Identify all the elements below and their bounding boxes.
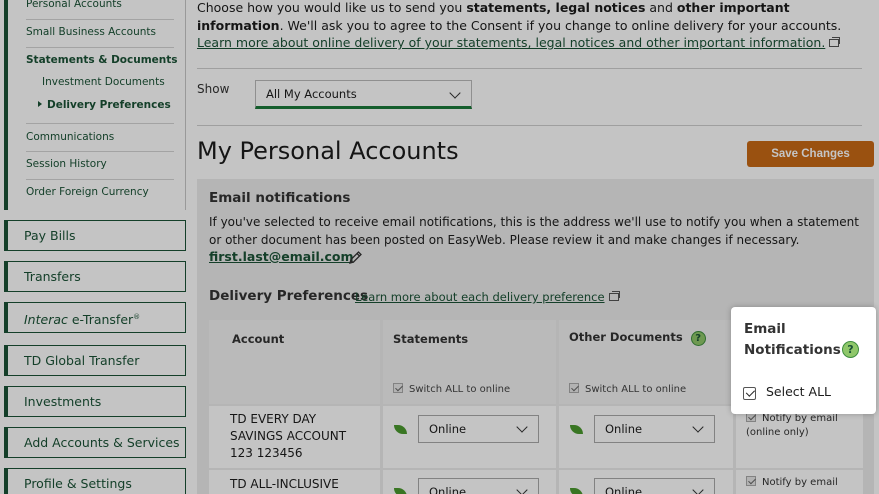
email-notifications-popup: Email Notifications ? Select ALL bbox=[731, 307, 876, 414]
caret-right-icon bbox=[38, 101, 42, 107]
subnav-statements-documents[interactable]: Statements & Documents bbox=[26, 54, 178, 66]
checkbox[interactable] bbox=[746, 476, 756, 486]
page-title: My Personal Accounts bbox=[197, 137, 459, 165]
delivery-preferences-heading: Delivery Preferences bbox=[209, 288, 369, 304]
row-divider bbox=[209, 468, 863, 470]
switch-all-label: Switch ALL to online bbox=[585, 384, 687, 395]
learn-more-delivery-preference-link[interactable]: Learn more about each delivery preferenc… bbox=[355, 290, 605, 304]
select-all-label[interactable]: Select ALL bbox=[766, 384, 831, 399]
other-documents-header: Other Documents? bbox=[569, 330, 706, 346]
nav-transfers[interactable]: Transfers bbox=[4, 261, 186, 292]
checkbox[interactable] bbox=[569, 383, 579, 393]
email-address-link[interactable]: first.last@email.com bbox=[209, 249, 354, 264]
intro-paragraph: Choose how you would like us to send you… bbox=[197, 0, 867, 52]
divider bbox=[26, 19, 174, 20]
leaf-icon bbox=[394, 425, 407, 434]
account-filter-value: All My Accounts bbox=[266, 87, 357, 101]
divider bbox=[26, 47, 174, 48]
nav-interac-italic: Interac bbox=[24, 312, 68, 328]
other-documents-delivery-select[interactable]: Online bbox=[594, 478, 715, 494]
nav-pay-bills[interactable]: Pay Bills bbox=[4, 220, 186, 251]
subnav-communications[interactable]: Communications bbox=[26, 131, 114, 143]
help-icon[interactable]: ? bbox=[690, 331, 706, 346]
chevron-down-icon bbox=[692, 484, 704, 494]
account-number: 123 123456 bbox=[230, 446, 303, 460]
divider bbox=[197, 125, 862, 126]
intro-bold: statements, legal notices bbox=[466, 0, 646, 15]
notify-by-email-option[interactable]: Notify by email (online only) bbox=[746, 412, 858, 440]
notify-label: Notify by email bbox=[762, 477, 838, 488]
account-header: Account bbox=[232, 332, 285, 346]
subnav-small-business-accounts[interactable]: Small Business Accounts bbox=[26, 26, 156, 38]
divider bbox=[197, 68, 862, 69]
statements-switch-all[interactable]: Switch ALL to online bbox=[393, 383, 510, 395]
statements-delivery-select[interactable]: Online bbox=[418, 415, 539, 443]
intro-text: . We'll ask you to agree to the Consent … bbox=[279, 17, 842, 33]
chevron-down-icon bbox=[516, 421, 528, 433]
nav-profile-settings[interactable]: Profile & Settings bbox=[4, 468, 186, 494]
learn-more-online-delivery-link[interactable]: Learn more about online delivery of your… bbox=[197, 35, 825, 50]
other-documents-delivery-select[interactable]: Online bbox=[594, 415, 715, 443]
chevron-down-icon bbox=[449, 87, 461, 99]
select-value: Online bbox=[605, 485, 643, 494]
email-notifications-description: If you've selected to receive email noti… bbox=[209, 215, 859, 247]
delivery-preferences-link-wrap: Learn more about each delivery preferenc… bbox=[355, 290, 620, 304]
chevron-down-icon bbox=[516, 484, 528, 494]
help-icon[interactable]: ? bbox=[842, 341, 859, 358]
leaf-icon bbox=[570, 488, 583, 494]
subnav-delivery-preferences[interactable]: Delivery Preferences bbox=[38, 99, 171, 111]
subnav-session-history[interactable]: Session History bbox=[26, 158, 107, 170]
notify-label: Notify by email (online only) bbox=[746, 413, 838, 438]
divider bbox=[26, 123, 174, 124]
left-sidebar: Personal Accounts Small Business Account… bbox=[0, 0, 190, 494]
nav-interac-e-transfer[interactable]: Interac e-Transfer® bbox=[4, 302, 186, 333]
nav-add-accounts-services[interactable]: Add Accounts & Services bbox=[4, 427, 186, 458]
leaf-icon bbox=[394, 488, 407, 494]
account-name: TD EVERY DAY SAVINGS ACCOUNT 123 123456 bbox=[230, 411, 346, 462]
subnav-investment-documents[interactable]: Investment Documents bbox=[42, 76, 165, 88]
chevron-down-icon bbox=[692, 421, 704, 433]
statements-delivery-select[interactable]: Online bbox=[418, 478, 539, 494]
account-name-line: SAVINGS ACCOUNT bbox=[230, 429, 347, 443]
checkbox[interactable] bbox=[393, 383, 403, 393]
registered-mark: ® bbox=[133, 313, 141, 321]
other-documents-header-label: Other Documents bbox=[569, 330, 683, 344]
intro-text: and bbox=[645, 0, 677, 15]
subnav-panel: Personal Accounts Small Business Account… bbox=[4, 0, 186, 210]
account-name: TD ALL-INCLUSIVE bbox=[230, 477, 339, 491]
subnav-personal-accounts[interactable]: Personal Accounts bbox=[26, 0, 122, 10]
statements-header: Statements bbox=[393, 332, 469, 346]
intro-text: Choose how you would like us to send you bbox=[197, 0, 467, 15]
nav-td-global-transfer[interactable]: TD Global Transfer bbox=[4, 345, 186, 376]
main-content: Choose how you would like us to send you… bbox=[197, 0, 879, 494]
subnav-delivery-preferences-label: Delivery Preferences bbox=[47, 99, 171, 111]
save-changes-button[interactable]: Save Changes bbox=[747, 141, 874, 167]
other-documents-switch-all[interactable]: Switch ALL to online bbox=[569, 383, 686, 395]
subnav-divider bbox=[185, 0, 186, 210]
email-notifications-heading: Email notifications bbox=[209, 190, 351, 206]
select-all-checkbox[interactable] bbox=[743, 387, 756, 400]
select-value: Online bbox=[605, 422, 643, 436]
select-value: Online bbox=[429, 485, 467, 494]
pencil-edit-icon[interactable] bbox=[347, 250, 363, 266]
account-name-line: TD EVERY DAY bbox=[230, 412, 317, 426]
external-link-icon bbox=[608, 291, 620, 301]
show-label: Show bbox=[197, 82, 230, 96]
divider bbox=[26, 179, 174, 180]
account-filter-select[interactable]: All My Accounts bbox=[255, 80, 472, 109]
nav-interac-rest: e-Transfer bbox=[67, 312, 134, 328]
divider bbox=[26, 151, 174, 152]
select-value: Online bbox=[429, 422, 467, 436]
subnav-order-foreign-currency[interactable]: Order Foreign Currency bbox=[26, 186, 149, 198]
external-link-icon bbox=[829, 37, 841, 47]
popup-title-line: Email bbox=[744, 321, 786, 337]
popup-title: Email Notifications bbox=[744, 319, 841, 361]
leaf-icon bbox=[570, 425, 583, 434]
popup-title-line: Notifications bbox=[744, 342, 841, 358]
notify-by-email-option[interactable]: Notify by email bbox=[746, 476, 858, 490]
switch-all-label: Switch ALL to online bbox=[409, 384, 511, 395]
nav-investments[interactable]: Investments bbox=[4, 386, 186, 417]
